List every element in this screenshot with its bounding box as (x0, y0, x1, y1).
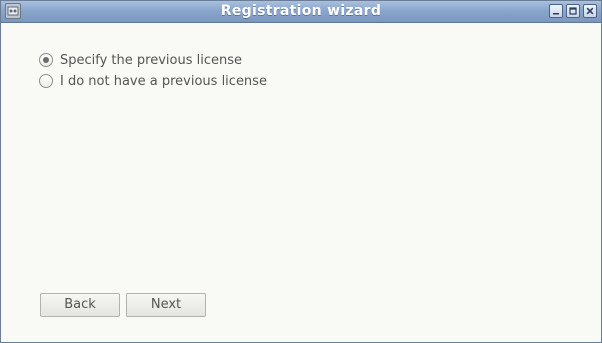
radio-button-checked[interactable] (39, 53, 53, 67)
window-title: Registration wizard (220, 3, 382, 19)
radio-label: I do not have a previous license (60, 73, 267, 89)
minimize-icon (553, 13, 559, 15)
back-button[interactable]: Back (40, 293, 120, 317)
close-icon (586, 7, 594, 15)
title-bar[interactable]: Registration wizard (1, 1, 601, 23)
close-button[interactable] (583, 4, 597, 18)
registration-wizard-window: Registration wizard Specify the previous… (0, 0, 602, 343)
radio-option-no-previous-license[interactable]: I do not have a previous license (39, 72, 267, 90)
next-button[interactable]: Next (126, 293, 206, 317)
maximize-button[interactable] (566, 4, 580, 18)
radio-button-unchecked[interactable] (39, 74, 53, 88)
maximize-icon (569, 7, 577, 15)
radio-label: Specify the previous license (60, 52, 242, 68)
radio-option-specify-previous-license[interactable]: Specify the previous license (39, 51, 242, 69)
minimize-button[interactable] (549, 4, 563, 18)
